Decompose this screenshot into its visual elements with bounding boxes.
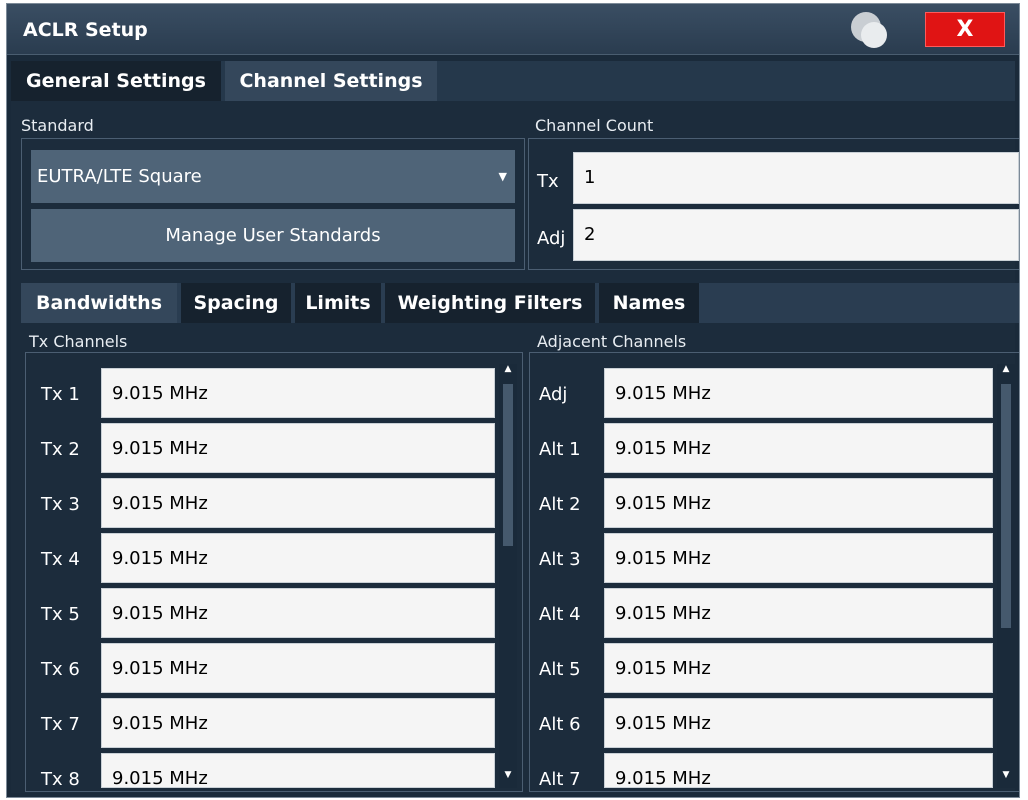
chevron-down-icon: ▼ <box>498 170 507 183</box>
adjacent-channel-bandwidth-field[interactable]: 9.015 MHz <box>604 478 993 528</box>
aclr-setup-dialog: ACLR Setup X General Settings Channel Se… <box>6 3 1020 798</box>
adjacent-channels-group-label: Adjacent Channels <box>537 332 687 351</box>
adjacent-channel-bandwidth-field[interactable]: 9.015 MHz <box>604 533 993 583</box>
adjacent-channel-row-label: Alt 7 <box>539 769 581 790</box>
tx-channel-row-label: Tx 1 <box>41 384 80 405</box>
adjacent-channel-row-label: Adj <box>539 384 568 405</box>
tx-channel-row-label: Tx 4 <box>41 549 80 570</box>
tx-count-field[interactable]: 1 <box>573 152 1019 204</box>
adjacent-channel-row-label: Alt 6 <box>539 714 581 735</box>
scroll-down-icon[interactable]: ▼ <box>1000 770 1012 780</box>
scroll-up-icon[interactable]: ▲ <box>502 364 514 374</box>
tab-channel-settings[interactable]: Channel Settings <box>225 61 437 101</box>
title-bar[interactable]: ACLR Setup X <box>7 4 1019 55</box>
tx-channel-row-label: Tx 7 <box>41 714 80 735</box>
tx-channel-bandwidth-field[interactable]: 9.015 MHz <box>101 588 495 638</box>
close-button[interactable]: X <box>925 12 1005 47</box>
tx-channel-row-label: Tx 6 <box>41 659 80 680</box>
adjacent-scrollbar[interactable]: ▲ ▼ <box>997 364 1015 788</box>
adjacent-channel-row-label: Alt 5 <box>539 659 581 680</box>
tab-weighting-filters[interactable]: Weighting Filters <box>385 283 595 323</box>
tx-channel-bandwidth-field[interactable]: 9.015 MHz <box>101 533 495 583</box>
tx-channel-row-label: Tx 3 <box>41 494 80 515</box>
channel-count-group-label: Channel Count <box>535 116 654 135</box>
tx-channel-bandwidth-field[interactable]: 9.015 MHz <box>101 478 495 528</box>
tx-channel-bandwidth-field[interactable]: 9.015 MHz <box>101 368 495 418</box>
standard-selected-value: EUTRA/LTE Square <box>37 166 202 187</box>
tx-channel-row-label: Tx 5 <box>41 604 80 625</box>
tx-channel-row-label: Tx 8 <box>41 769 80 790</box>
tx-scroll-thumb[interactable] <box>503 384 513 546</box>
tab-names[interactable]: Names <box>599 283 699 323</box>
tab-general-settings[interactable]: General Settings <box>11 61 221 101</box>
standard-group-label: Standard <box>21 116 94 135</box>
dialog-title: ACLR Setup <box>23 19 148 41</box>
adjacent-channel-bandwidth-field[interactable]: 9.015 MHz <box>604 643 993 693</box>
tx-channel-bandwidth-field[interactable]: 9.015 MHz <box>101 698 495 748</box>
tx-count-label: Tx <box>537 171 559 192</box>
tx-channels-group-label: Tx Channels <box>29 332 128 351</box>
standard-dropdown[interactable]: EUTRA/LTE Square ▼ <box>31 150 515 203</box>
adj-count-label: Adj <box>537 228 566 249</box>
tx-channel-bandwidth-field[interactable]: 9.015 MHz <box>101 423 495 473</box>
tab-bandwidths[interactable]: Bandwidths <box>21 283 177 323</box>
adjacent-scroll-thumb[interactable] <box>1001 384 1011 628</box>
scroll-down-icon[interactable]: ▼ <box>502 770 514 780</box>
tx-channel-row-label: Tx 2 <box>41 439 80 460</box>
adjacent-channel-bandwidth-field[interactable]: 9.015 MHz <box>604 423 993 473</box>
adjacent-channel-bandwidth-field[interactable]: 9.015 MHz <box>604 698 993 748</box>
transparency-icon[interactable] <box>845 10 891 50</box>
adjacent-channel-row-label: Alt 1 <box>539 439 581 460</box>
scroll-up-icon[interactable]: ▲ <box>1000 364 1012 374</box>
adjacent-channel-row-label: Alt 2 <box>539 494 581 515</box>
adjacent-channel-bandwidth-field[interactable]: 9.015 MHz <box>604 588 993 638</box>
tx-channel-bandwidth-field[interactable]: 9.015 MHz <box>101 753 495 788</box>
manage-user-standards-button[interactable]: Manage User Standards <box>31 209 515 262</box>
adjacent-channel-bandwidth-field[interactable]: 9.015 MHz <box>604 368 993 418</box>
main-tab-bar: General Settings Channel Settings <box>11 61 1015 101</box>
adjacent-channel-bandwidth-field[interactable]: 9.015 MHz <box>604 753 993 788</box>
tx-channel-bandwidth-field[interactable]: 9.015 MHz <box>101 643 495 693</box>
adj-count-field[interactable]: 2 <box>573 209 1019 261</box>
adjacent-channel-row-label: Alt 3 <box>539 549 581 570</box>
tab-limits[interactable]: Limits <box>295 283 381 323</box>
sub-tab-bar: Bandwidths Spacing Limits Weighting Filt… <box>21 283 1019 323</box>
adjacent-channel-row-label: Alt 4 <box>539 604 581 625</box>
tx-scrollbar[interactable]: ▲ ▼ <box>499 364 517 788</box>
tab-spacing[interactable]: Spacing <box>181 283 291 323</box>
